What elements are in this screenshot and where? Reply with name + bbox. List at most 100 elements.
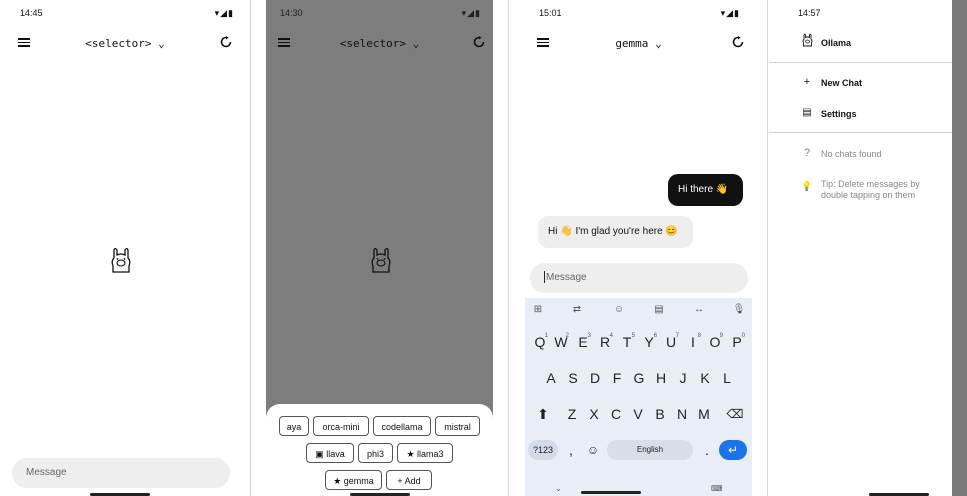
screen-drawer: 14:57 Ollama + New Chat ▤ Settings ? No …	[769, 0, 967, 496]
key-u[interactable]: U7	[661, 332, 681, 352]
key-h[interactable]: H	[651, 368, 671, 388]
refresh-icon[interactable]	[732, 36, 744, 48]
status-icons: ▾◢▮	[214, 8, 234, 18]
key-i[interactable]: I8	[683, 332, 703, 352]
model-chip-label: llama3	[417, 449, 444, 459]
symbols-key[interactable]: ?123	[528, 440, 558, 460]
assistant-message-bubble[interactable]: Hi 👋 I'm glad you're here 😊	[538, 216, 693, 248]
key-m[interactable]: M	[694, 404, 714, 424]
key-f[interactable]: F	[607, 368, 627, 388]
key-b[interactable]: B	[650, 404, 670, 424]
message-placeholder: Message	[546, 272, 587, 283]
add-model-label: Add	[404, 476, 421, 486]
model-chip[interactable]: ★ llama3	[397, 443, 453, 463]
status-time: 14:30	[280, 8, 303, 18]
model-chip[interactable]: aya	[279, 416, 309, 436]
navigation-drawer: 14:57 Ollama + New Chat ▤ Settings ? No …	[769, 0, 952, 496]
period-key[interactable]: .	[697, 440, 717, 460]
model-chip[interactable]: codellama	[373, 416, 431, 436]
translate-icon[interactable]: ⇄	[569, 304, 585, 315]
apps-icon[interactable]: ⊞	[530, 304, 546, 315]
emoji-icon[interactable]: ☺	[583, 440, 603, 460]
cursor-control-icon[interactable]: ↔	[691, 304, 707, 315]
message-input[interactable]: Message	[530, 263, 748, 293]
divider	[767, 0, 768, 496]
key-c[interactable]: C	[606, 404, 626, 424]
model-chip[interactable]: orca-mini	[313, 416, 369, 436]
dim-overlay[interactable]	[952, 0, 967, 496]
divider	[250, 0, 251, 496]
clipboard-icon[interactable]: ▤	[651, 304, 667, 315]
divider	[508, 0, 509, 496]
key-a[interactable]: A	[541, 368, 561, 388]
question-icon: ?	[803, 147, 811, 159]
key-n[interactable]: N	[672, 404, 692, 424]
model-selector-label: gemma	[615, 37, 649, 50]
chevron-down-icon: ⌄	[412, 37, 420, 50]
message-input[interactable]: Message	[12, 458, 230, 488]
settings-label: Settings	[821, 109, 857, 119]
key-y[interactable]: Y6	[639, 332, 659, 352]
status-time: 14:45	[20, 8, 43, 18]
key-k[interactable]: K	[695, 368, 715, 388]
key-o[interactable]: O9	[705, 332, 725, 352]
enter-key[interactable]: ↵	[719, 440, 747, 460]
refresh-icon[interactable]	[220, 36, 232, 48]
model-chip-label: gemma	[343, 476, 374, 486]
space-key[interactable]: English	[607, 440, 693, 460]
model-sheet: aya orca-mini codellama mistral ▣ llava …	[266, 404, 493, 496]
model-chip[interactable]: ▣ llava	[306, 443, 354, 463]
key-d[interactable]: D	[585, 368, 605, 388]
key-p[interactable]: P0	[727, 332, 747, 352]
backspace-key[interactable]: ⌫	[725, 404, 745, 424]
model-selector-label: <selector>	[85, 37, 152, 50]
nav-handle	[581, 491, 641, 494]
model-chip[interactable]: phi3	[358, 443, 393, 463]
ollama-logo-icon	[802, 33, 813, 47]
microphone-icon[interactable]: 🎙	[731, 304, 747, 315]
model-selector-label: <selector>	[339, 37, 406, 50]
app-bar: gemma ⌄	[525, 34, 752, 54]
key-r[interactable]: R4	[595, 332, 615, 352]
model-chip-label: llava	[326, 449, 345, 459]
shift-key[interactable]: ⬆	[533, 404, 553, 424]
no-chats-text: No chats found	[821, 149, 882, 159]
plus-icon: +	[397, 476, 403, 486]
model-chip[interactable]: mistral	[435, 416, 480, 436]
key-l[interactable]: L	[717, 368, 737, 388]
screen-home: 14:45 ▾◢▮ <selector> ⌄ Message	[0, 0, 250, 496]
key-w[interactable]: W2	[551, 332, 571, 352]
key-x[interactable]: X	[584, 404, 604, 424]
key-z[interactable]: Z	[562, 404, 582, 424]
image-icon: ▣	[315, 449, 324, 459]
model-selector[interactable]: <selector> ⌄	[0, 37, 250, 50]
lightbulb-icon: 💡	[801, 181, 813, 191]
screen-chat: 15:01 ▾◢▮ gemma ⌄ Hi there 👋 Hi 👋 I'm gl…	[525, 0, 752, 496]
key-j[interactable]: J	[673, 368, 693, 388]
comma-key[interactable]: ,	[561, 440, 581, 460]
divider	[769, 132, 952, 133]
key-e[interactable]: E3	[573, 332, 593, 352]
app-name: Ollama	[821, 38, 852, 48]
settings-button[interactable]: ▤ Settings	[769, 103, 952, 125]
model-selector[interactable]: <selector> ⌄	[266, 37, 493, 50]
key-t[interactable]: T5	[617, 332, 637, 352]
star-icon: ★	[333, 476, 342, 486]
settings-icon: ▤	[802, 107, 812, 118]
status-time: 15:01	[539, 8, 562, 18]
model-selector[interactable]: gemma ⌄	[525, 37, 752, 50]
key-v[interactable]: V	[628, 404, 648, 424]
add-model-button[interactable]: + Add	[386, 470, 432, 490]
key-q[interactable]: Q1	[530, 332, 550, 352]
new-chat-button[interactable]: + New Chat	[769, 72, 952, 94]
keyboard-switch-icon[interactable]: ⌨	[711, 484, 723, 493]
ollama-logo-icon	[371, 247, 391, 273]
refresh-icon[interactable]	[473, 36, 485, 48]
key-s[interactable]: S	[563, 368, 583, 388]
key-g[interactable]: G	[629, 368, 649, 388]
sticker-icon[interactable]: ☺	[611, 304, 627, 315]
hide-keyboard-icon[interactable]: ⌄	[555, 484, 562, 493]
user-message-bubble[interactable]: Hi there 👋	[668, 174, 743, 206]
new-chat-label: New Chat	[821, 78, 863, 88]
model-chip[interactable]: ★ gemma	[325, 470, 382, 490]
